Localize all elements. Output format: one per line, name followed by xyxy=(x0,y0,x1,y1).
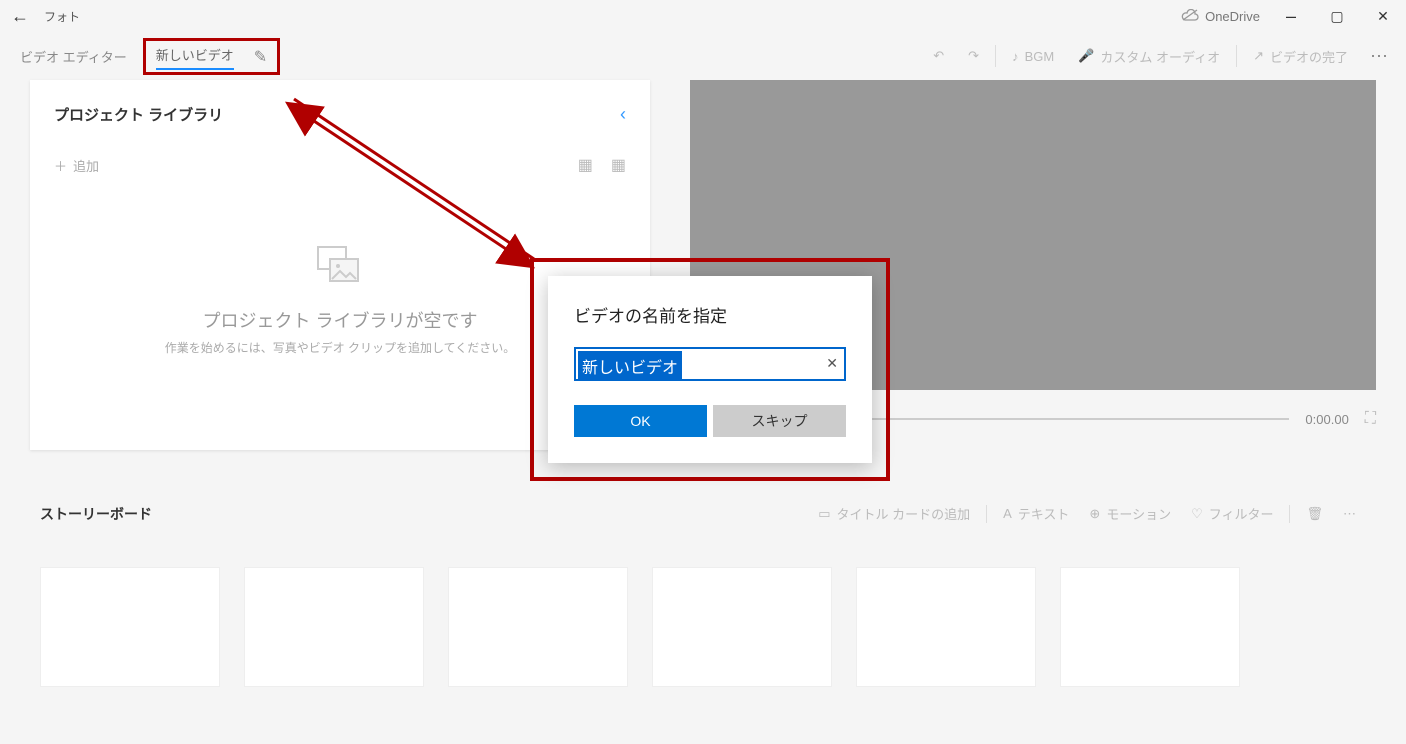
grid-large-icon[interactable]: ▦ xyxy=(578,155,593,175)
finish-label: ビデオの完了 xyxy=(1270,47,1348,66)
more-button[interactable]: ⋯ xyxy=(1360,46,1398,67)
back-button[interactable]: ← xyxy=(0,6,40,27)
separator xyxy=(1289,505,1290,523)
music-icon: ♪ xyxy=(1012,49,1019,64)
filter-icon: ♡ xyxy=(1191,506,1203,522)
text-icon: A xyxy=(1003,506,1012,521)
storyboard-title: ストーリーボード xyxy=(40,504,152,524)
grid-small-icon[interactable]: ▦ xyxy=(611,155,626,175)
filter-button[interactable]: ♡ フィルター xyxy=(1181,500,1283,527)
bgm-button[interactable]: ♪ BGM xyxy=(1000,43,1066,70)
trash-icon: 🗑 xyxy=(1306,506,1323,522)
clip-slot[interactable] xyxy=(40,567,220,687)
filter-label: フィルター xyxy=(1209,504,1274,523)
text-label: テキスト xyxy=(1018,504,1070,523)
custom-audio-button[interactable]: 🎤 カスタム オーディオ xyxy=(1066,41,1232,72)
motion-icon: ⊕ xyxy=(1089,506,1100,522)
toolbar: ビデオ エディター 新しいビデオ ✎ ↶ ↷ ♪BGM 🎤カスタム オーディオ … xyxy=(0,32,1406,80)
new-video-tab[interactable]: 新しいビデオ xyxy=(156,45,234,70)
onedrive-button[interactable]: OneDrive xyxy=(1181,9,1260,24)
bgm-label: BGM xyxy=(1025,49,1055,64)
name-video-dialog: ビデオの名前を指定 新しいビデオ ✕ OK スキップ xyxy=(548,276,872,463)
delete-button[interactable]: 🗑 xyxy=(1296,502,1333,526)
fullscreen-icon[interactable]: ⛶ xyxy=(1365,410,1376,428)
ok-button[interactable]: OK xyxy=(574,405,707,437)
clip-slot[interactable] xyxy=(856,567,1036,687)
storyboard-panel: ストーリーボード ▭ タイトル カードの追加 A テキスト ⊕ モーション ♡ フィルタ… xyxy=(0,480,1406,687)
text-button[interactable]: A テキスト xyxy=(993,500,1079,527)
close-button[interactable] xyxy=(1360,0,1406,32)
redo-icon: ↷ xyxy=(968,48,979,64)
new-video-annotation-box: 新しいビデオ ✎ xyxy=(143,38,280,75)
clip-slot[interactable] xyxy=(448,567,628,687)
storyboard-clips xyxy=(40,567,1366,687)
storyboard-more-button[interactable]: ⋯ xyxy=(1333,502,1366,526)
collapse-library-button[interactable]: ‹ xyxy=(620,104,626,125)
motion-button[interactable]: ⊕ モーション xyxy=(1079,500,1181,527)
maximize-button[interactable] xyxy=(1314,0,1360,32)
separator xyxy=(986,505,987,523)
cloud-icon xyxy=(1181,9,1199,24)
motion-label: モーション xyxy=(1106,504,1171,523)
add-label: 追加 xyxy=(73,156,99,175)
clear-input-icon[interactable]: ✕ xyxy=(826,355,838,372)
undo-button[interactable]: ↶ xyxy=(921,42,956,70)
skip-button[interactable]: スキップ xyxy=(713,405,846,437)
time-total: 0:00.00 xyxy=(1305,412,1348,427)
video-editor-label: ビデオ エディター xyxy=(8,39,139,74)
separator xyxy=(995,45,996,67)
dialog-annotation-box: ビデオの名前を指定 新しいビデオ ✕ OK スキップ xyxy=(530,258,890,481)
pencil-icon[interactable]: ✎ xyxy=(254,47,267,67)
add-title-card-button[interactable]: ▭ タイトル カードの追加 xyxy=(808,500,980,527)
title-card-label: タイトル カードの追加 xyxy=(837,504,971,523)
separator xyxy=(1236,45,1237,67)
finish-video-button[interactable]: ↗ ビデオの完了 xyxy=(1241,41,1360,72)
audio-icon: 🎤 xyxy=(1078,48,1094,64)
selected-text: 新しいビデオ xyxy=(578,351,682,381)
card-icon: ▭ xyxy=(818,506,830,522)
undo-icon: ↶ xyxy=(933,48,944,64)
add-media-button[interactable]: ＋ 追加 xyxy=(54,156,99,175)
custom-audio-label: カスタム オーディオ xyxy=(1100,47,1220,66)
clip-slot[interactable] xyxy=(1060,567,1240,687)
export-icon: ↗ xyxy=(1253,48,1264,64)
redo-button[interactable]: ↷ xyxy=(956,42,991,70)
clip-slot[interactable] xyxy=(652,567,832,687)
plus-icon: ＋ xyxy=(54,156,67,175)
titlebar: ← フォト OneDrive xyxy=(0,0,1406,32)
clip-slot[interactable] xyxy=(244,567,424,687)
onedrive-label: OneDrive xyxy=(1205,9,1260,24)
minimize-button[interactable] xyxy=(1268,0,1314,32)
dialog-title: ビデオの名前を指定 xyxy=(574,302,846,327)
library-title: プロジェクト ライブラリ xyxy=(54,104,626,125)
app-name: フォト xyxy=(44,8,80,25)
